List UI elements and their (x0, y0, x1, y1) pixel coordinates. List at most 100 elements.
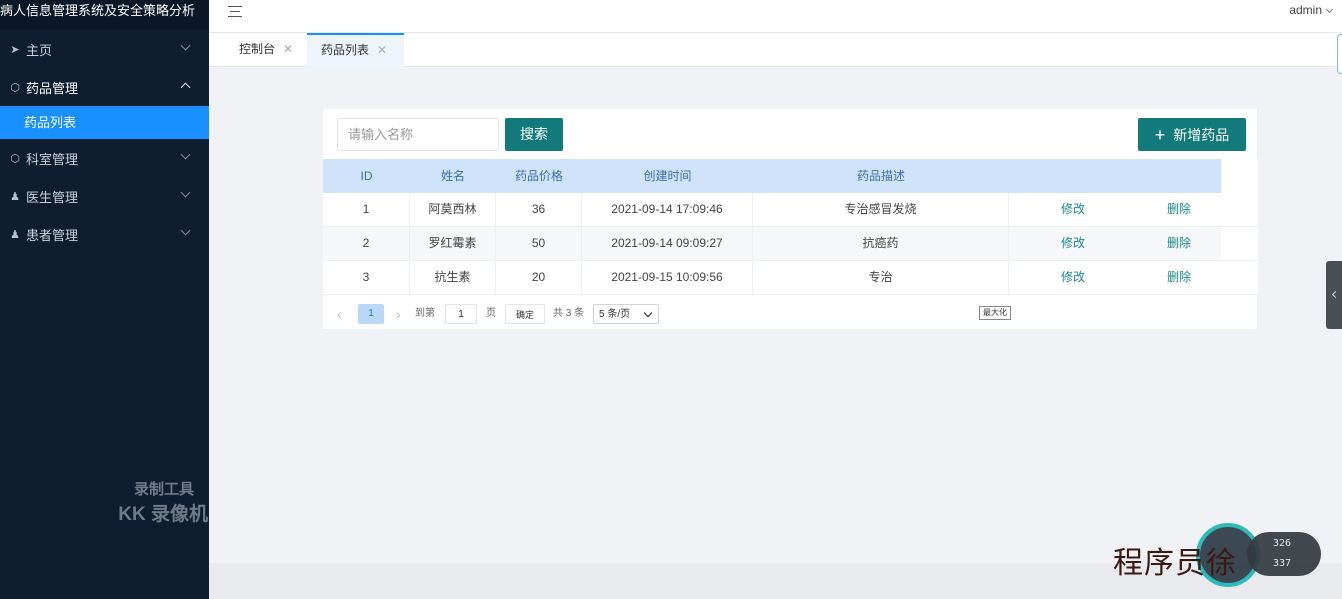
sidebar-item-label: 医生管理 (26, 189, 79, 205)
maximize-tooltip: 最大化 (979, 306, 1011, 320)
next-page-icon[interactable]: › (396, 304, 401, 324)
prev-page-icon[interactable]: ‹ (337, 304, 342, 324)
delete-link[interactable]: 删除 (1137, 261, 1221, 294)
add-drug-button[interactable]: + 新增药品 (1138, 118, 1246, 151)
chevron-down-icon (180, 225, 191, 236)
user-menu[interactable]: admin (1289, 3, 1334, 17)
chevron-down-icon (180, 149, 191, 160)
table-header: ID 姓名 药品价格 创建时间 药品描述 (323, 159, 1258, 193)
tab-label: 药品列表 (321, 43, 370, 57)
sidebar-item-label: 患者管理 (26, 227, 79, 243)
search-button[interactable]: 搜索 (505, 118, 563, 151)
tab-console[interactable]: 控制台 ✕ (225, 33, 305, 67)
menu-fold-icon[interactable] (226, 4, 242, 18)
chevron-down-icon (180, 187, 191, 198)
edit-link[interactable]: 修改 (1009, 227, 1137, 260)
cube-icon: ⬡ (10, 81, 20, 94)
cell-description: 专治感冒发烧 (753, 193, 1009, 226)
table-row: 3 抗生素 20 2021-09-15 10:09:56 专治 修改 删除 (323, 261, 1258, 295)
pagination: ‹ 1 › 到第 1 页 确定 共 3 条 5 条/页 最大化 (323, 301, 1258, 327)
right-edge-panel (1337, 34, 1342, 74)
sidebar-item-label: 科室管理 (26, 151, 79, 167)
column-header-gutter (1221, 159, 1258, 193)
cell-price: 20 (496, 261, 582, 294)
goto-page-input[interactable]: 1 (445, 304, 477, 324)
close-icon[interactable]: ✕ (377, 43, 387, 57)
cell-time: 2021-09-14 09:09:27 (582, 227, 753, 260)
side-panel-toggle[interactable] (1326, 261, 1342, 329)
cell-description: 抗癌药 (753, 227, 1009, 260)
close-icon[interactable]: ✕ (283, 42, 293, 56)
goto-confirm-button[interactable]: 确定 (505, 304, 545, 324)
network-stats: 326 337 (1247, 532, 1321, 576)
cube-icon: ⬡ (10, 152, 20, 165)
app-title: 病人信息管理系统及安全策略分析 (0, 0, 209, 30)
page-number[interactable]: 1 (358, 304, 384, 324)
chevron-down-icon (643, 308, 653, 318)
goto-label: 到第 (415, 308, 435, 319)
sidebar: 病人信息管理系统及安全策略分析 ➤ 主页 ⬡ 药品管理 药品列表 ⬡ 科室管理 … (0, 0, 209, 599)
sidebar-item-home[interactable]: ➤ 主页 (0, 30, 209, 68)
page-size-value: 5 条/页 (599, 309, 631, 320)
edit-link[interactable]: 修改 (1009, 193, 1137, 226)
row-gutter (1221, 261, 1258, 294)
drug-table: ID 姓名 药品价格 创建时间 药品描述 1 阿莫西林 36 2021-09-1… (323, 159, 1258, 295)
cell-description: 专治 (753, 261, 1009, 294)
table-row: 1 阿莫西林 36 2021-09-14 17:09:46 专治感冒发烧 修改 … (323, 193, 1258, 227)
username: admin (1289, 3, 1322, 17)
chevron-up-icon (180, 82, 191, 93)
column-header-price: 药品价格 (514, 169, 563, 183)
sidebar-item-patient-management[interactable]: ♟ 患者管理 (0, 215, 209, 253)
cell-id: 3 (323, 261, 410, 294)
delete-link[interactable]: 删除 (1137, 227, 1221, 260)
column-header-edit (1009, 159, 1137, 193)
column-header-id: ID (360, 169, 373, 183)
sidebar-subitem-drug-list[interactable]: 药品列表 (0, 106, 209, 139)
search-input[interactable]: 请输入名称 (337, 118, 499, 151)
recorder-watermark: 录制工具 KK 录像机 (108, 478, 208, 526)
row-gutter (1221, 193, 1258, 226)
delete-link[interactable]: 删除 (1137, 193, 1221, 226)
edit-link[interactable]: 修改 (1009, 261, 1137, 294)
cell-name: 罗红霉素 (410, 227, 496, 260)
cell-time: 2021-09-14 17:09:46 (582, 193, 753, 226)
row-gutter (1221, 227, 1258, 260)
user-icon: ♟ (10, 190, 20, 203)
stat-down: 337 (1273, 558, 1292, 569)
tab-bar: 控制台 ✕ 药品列表 ✕ (209, 32, 1342, 67)
watermark-line2: KK 录像机 (118, 504, 208, 525)
cell-id: 1 (323, 193, 410, 226)
column-header-delete (1137, 159, 1221, 193)
sidebar-item-label: 主页 (26, 42, 53, 58)
cell-name: 抗生素 (410, 261, 496, 294)
chevron-left-icon (1331, 290, 1340, 299)
cell-price: 36 (496, 193, 582, 226)
cell-id: 2 (323, 227, 410, 260)
sidebar-item-doctor-management[interactable]: ♟ 医生管理 (0, 177, 209, 215)
total-count: 共 3 条 (553, 308, 585, 319)
sidebar-item-drug-management[interactable]: ⬡ 药品管理 (0, 68, 209, 106)
tab-drug-list[interactable]: 药品列表 ✕ (307, 33, 404, 67)
column-header-description: 药品描述 (856, 169, 905, 183)
chevron-down-icon (1325, 5, 1334, 14)
page-unit-label: 页 (486, 308, 496, 319)
user-icon: ♟ (10, 228, 20, 241)
tab-label: 控制台 (239, 42, 276, 56)
cell-name: 阿莫西林 (410, 193, 496, 226)
column-header-name: 姓名 (440, 169, 465, 183)
send-icon: ➤ (10, 43, 20, 56)
watermark-line1: 录制工具 (133, 481, 194, 498)
cell-price: 50 (496, 227, 582, 260)
top-header: admin (209, 0, 1342, 32)
stat-up: 326 (1273, 538, 1292, 549)
chevron-down-icon (180, 40, 191, 51)
sidebar-item-department-management[interactable]: ⬡ 科室管理 (0, 139, 209, 177)
add-drug-label: 新增药品 (1173, 127, 1230, 143)
channel-watermark: 程序员徐 (1113, 546, 1237, 581)
drug-list-card: 请输入名称 搜索 + 新增药品 ID 姓名 药品价格 创建时间 药品描述 1 阿莫… (322, 108, 1258, 330)
cell-time: 2021-09-15 10:09:56 (582, 261, 753, 294)
plus-icon: + (1154, 125, 1166, 145)
sidebar-item-label: 药品管理 (26, 80, 79, 96)
column-header-time: 创建时间 (643, 169, 692, 183)
page-size-select[interactable]: 5 条/页 (593, 304, 659, 324)
